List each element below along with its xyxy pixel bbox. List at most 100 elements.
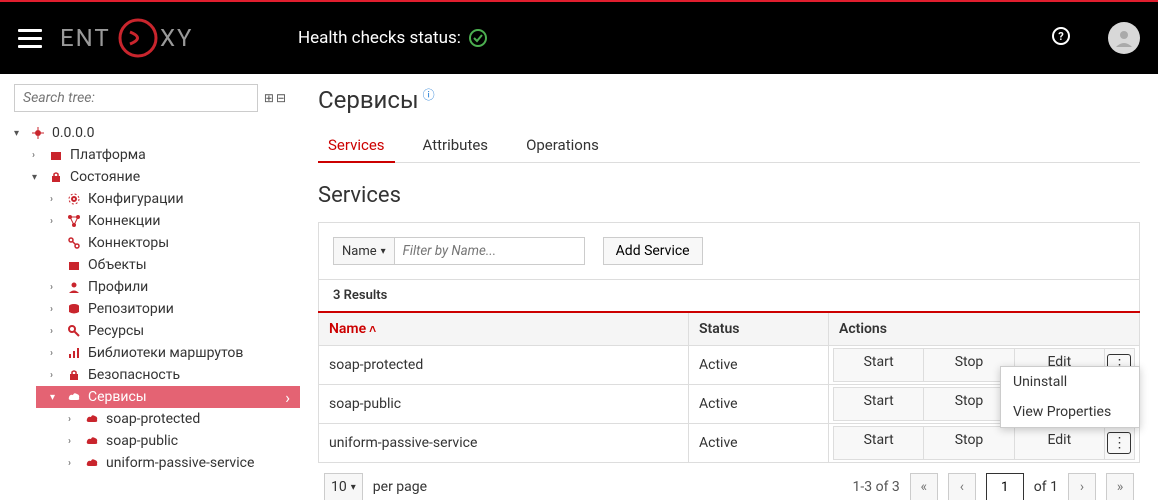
- caret-icon[interactable]: ›: [68, 414, 78, 425]
- tree-item[interactable]: › Репозитории: [50, 298, 300, 320]
- cell-name: soap-protected: [319, 346, 689, 385]
- sidebar: ⊞ ⊟ ▾ 0.0.0.0 › Платформа ▾ Состояние › …: [0, 74, 300, 500]
- caret-icon[interactable]: ›: [50, 282, 60, 293]
- search-input[interactable]: [14, 84, 258, 112]
- stop-button[interactable]: Stop: [924, 426, 1014, 460]
- start-button[interactable]: Start: [833, 348, 924, 382]
- caret-icon[interactable]: ▾: [32, 172, 42, 183]
- tree-item[interactable]: Коннекторы: [50, 232, 300, 254]
- tree-label: soap-public: [106, 433, 178, 449]
- col-name[interactable]: Name: [319, 312, 689, 346]
- total-pages-label: of 1: [1034, 479, 1058, 495]
- svg-text:?: ?: [1058, 30, 1064, 43]
- expand-all-icon[interactable]: ⊞: [264, 91, 274, 105]
- col-actions: Actions: [829, 312, 1140, 346]
- tree-label: Платформа: [70, 147, 146, 163]
- caret-icon[interactable]: ›: [50, 370, 60, 381]
- health-status: Health checks status:: [298, 28, 487, 48]
- collapse-all-icon[interactable]: ⊟: [276, 91, 286, 105]
- cloud-icon: [84, 455, 100, 471]
- first-page-button[interactable]: «: [910, 473, 938, 500]
- bug-icon: [30, 125, 46, 141]
- tree-item[interactable]: › Ресурсы: [50, 320, 300, 342]
- caret-icon[interactable]: ›: [68, 436, 78, 447]
- page-input[interactable]: [986, 473, 1024, 500]
- caret-icon[interactable]: ›: [50, 348, 60, 359]
- tab-attributes[interactable]: Attributes: [419, 128, 493, 162]
- edit-button[interactable]: Edit: [1015, 426, 1105, 460]
- context-menu-item[interactable]: Uninstall: [1001, 367, 1139, 397]
- tree-item[interactable]: ▾ 0.0.0.0: [14, 122, 300, 144]
- start-button[interactable]: Start: [833, 426, 924, 460]
- tree-label: Безопасность: [88, 367, 180, 383]
- caret-icon[interactable]: ›: [32, 150, 42, 161]
- tree-item[interactable]: › Библиотеки маршрутов: [50, 342, 300, 364]
- tree-label: Коннекторы: [88, 235, 169, 251]
- box-icon: [48, 147, 64, 163]
- net-icon: [66, 213, 82, 229]
- caret-icon[interactable]: ›: [50, 194, 60, 205]
- tree-label: Библиотеки маршрутов: [88, 345, 243, 361]
- prev-page-button[interactable]: ‹: [948, 473, 976, 500]
- menu-icon[interactable]: [18, 29, 42, 48]
- caret-icon[interactable]: ›: [50, 216, 60, 227]
- chevron-down-icon: ▾: [381, 246, 386, 257]
- page-range: 1-3 of 3: [853, 479, 900, 495]
- caret-icon[interactable]: ›: [68, 458, 78, 469]
- tree-label: uniform-passive-service: [106, 455, 254, 471]
- caret-icon[interactable]: ›: [50, 326, 60, 337]
- user-icon: [66, 279, 82, 295]
- cloud-icon: [84, 411, 100, 427]
- filter-input[interactable]: [395, 237, 585, 265]
- next-page-button[interactable]: ›: [1068, 473, 1096, 500]
- tab-services[interactable]: Services: [324, 128, 389, 162]
- key-icon: [66, 323, 82, 339]
- last-page-button[interactable]: »: [1106, 473, 1134, 500]
- caret-icon[interactable]: ▾: [14, 128, 24, 139]
- check-circle-icon: [469, 29, 487, 47]
- tree-label: Объекты: [88, 257, 147, 273]
- chevron-down-icon: ▾: [351, 482, 356, 493]
- table-row: uniform-passive-service Active Start Sto…: [319, 424, 1140, 463]
- tree-item[interactable]: › Конфигурации: [50, 188, 300, 210]
- svg-text:XY: XY: [160, 24, 193, 52]
- db-icon: [66, 301, 82, 317]
- per-page-label: per page: [373, 479, 427, 495]
- tree-item[interactable]: › Профили: [50, 276, 300, 298]
- tree-label: Состояние: [70, 169, 140, 185]
- tab-operations[interactable]: Operations: [522, 128, 603, 162]
- tree-item[interactable]: › Безопасность: [50, 364, 300, 386]
- tree-item[interactable]: ▾ Сервисы: [36, 386, 300, 408]
- more-actions-button[interactable]: ⋮: [1105, 426, 1135, 460]
- tree-item[interactable]: › Платформа: [32, 144, 300, 166]
- section-title: Services: [318, 183, 1140, 208]
- caret-icon[interactable]: [50, 260, 60, 271]
- context-menu: UninstallView Properties: [1000, 366, 1140, 428]
- tree-label: Профили: [88, 279, 148, 295]
- tree-item[interactable]: › soap-protected: [68, 408, 300, 430]
- cell-status: Active: [689, 346, 829, 385]
- tree-item[interactable]: › Коннекции: [50, 210, 300, 232]
- app-header: ENT XY Health checks status: ?: [0, 2, 1158, 74]
- cloud-icon: [84, 433, 100, 449]
- caret-icon[interactable]: [50, 238, 60, 249]
- help-icon[interactable]: ?: [1052, 27, 1070, 50]
- caret-icon[interactable]: ›: [50, 304, 60, 315]
- caret-icon[interactable]: ▾: [50, 392, 60, 403]
- tree-item[interactable]: › uniform-passive-service: [68, 452, 300, 474]
- context-menu-item[interactable]: View Properties: [1001, 397, 1139, 427]
- tree-label: Конфигурации: [88, 191, 184, 207]
- info-icon[interactable]: ⓘ: [423, 86, 435, 103]
- tree-item[interactable]: ▾ Состояние: [32, 166, 300, 188]
- gear-icon: [66, 191, 82, 207]
- tree-item[interactable]: Объекты: [50, 254, 300, 276]
- cell-name: soap-public: [319, 385, 689, 424]
- bars-icon: [66, 345, 82, 361]
- add-service-button[interactable]: Add Service: [603, 237, 703, 265]
- start-button[interactable]: Start: [833, 387, 924, 421]
- avatar[interactable]: [1108, 22, 1140, 54]
- per-page-select[interactable]: 10 ▾: [324, 473, 363, 500]
- filter-field-dropdown[interactable]: Name ▾: [333, 237, 395, 265]
- col-status[interactable]: Status: [689, 312, 829, 346]
- tree-item[interactable]: › soap-public: [68, 430, 300, 452]
